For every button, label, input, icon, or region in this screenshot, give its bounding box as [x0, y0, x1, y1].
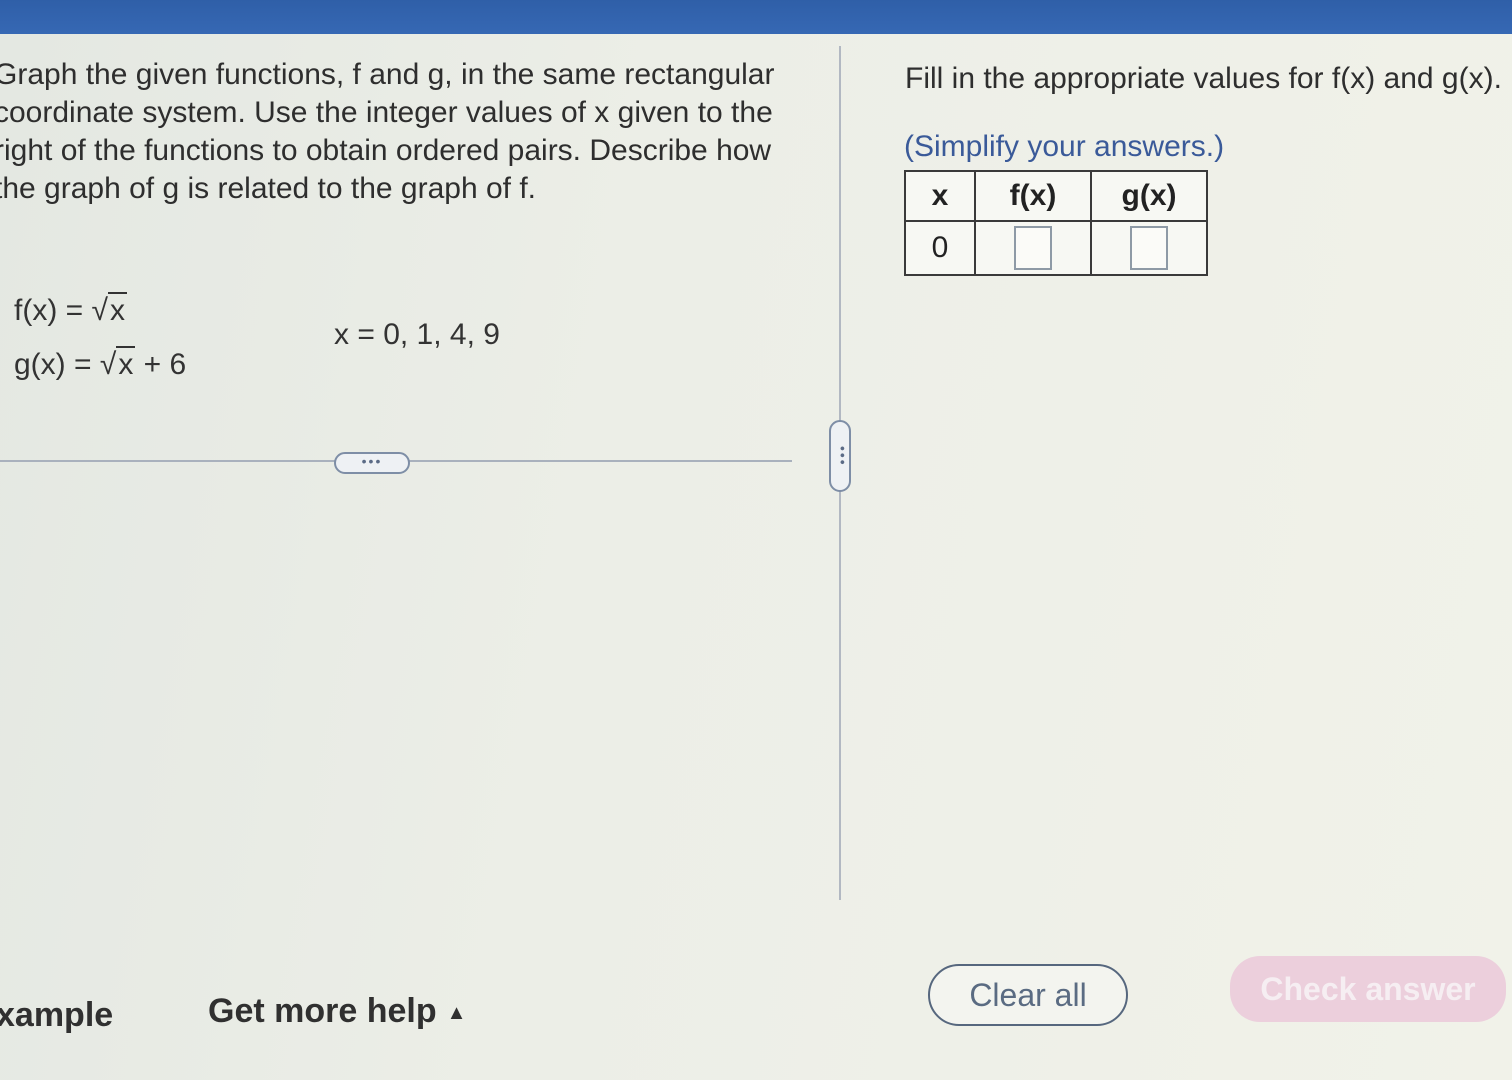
view-example-link[interactable]: xample: [0, 996, 113, 1035]
check-answer-button[interactable]: Check answer: [1230, 956, 1506, 1022]
x-values: x = 0, 1, 4, 9: [334, 318, 500, 351]
row-x-value: 0: [904, 220, 976, 276]
fx-answer-cell: [974, 220, 1092, 276]
sqrt-symbol: √x: [99, 346, 136, 381]
function-g-suffix: + 6: [135, 348, 187, 381]
header-fx: f(x): [974, 170, 1092, 222]
panel-resize-handle[interactable]: •••: [829, 420, 851, 492]
fx-answer-input[interactable]: [1014, 226, 1052, 270]
function-f: f(x) = √x: [14, 292, 127, 328]
expand-more-button[interactable]: •••: [334, 452, 410, 474]
function-g-radicand: x: [116, 346, 136, 381]
caret-up-icon: ▲: [446, 1001, 467, 1024]
function-f-prefix: f(x) =: [14, 294, 92, 327]
clear-all-button[interactable]: Clear all: [928, 964, 1128, 1026]
sqrt-symbol: √x: [91, 292, 127, 327]
gx-answer-cell: [1090, 220, 1208, 276]
answer-instruction: Fill in the appropriate values for f(x) …: [905, 62, 1502, 95]
top-bar: [0, 0, 1512, 34]
values-table: x f(x) g(x) 0: [904, 170, 1208, 276]
header-x: x: [904, 170, 976, 222]
get-more-help-link[interactable]: Get more help ▲: [208, 992, 466, 1031]
gx-answer-input[interactable]: [1130, 226, 1168, 270]
function-g: g(x) = √x + 6: [14, 346, 187, 382]
simplify-note: (Simplify your answers.): [904, 130, 1225, 163]
get-more-help-label: Get more help: [208, 992, 437, 1030]
question-text: Graph the given functions, f and g, in t…: [0, 58, 775, 205]
function-f-radicand: x: [107, 292, 127, 327]
header-gx: g(x): [1090, 170, 1208, 222]
table-row: 0: [904, 220, 1208, 276]
function-g-prefix: g(x) =: [14, 348, 100, 381]
table-header-row: x f(x) g(x): [904, 170, 1208, 222]
